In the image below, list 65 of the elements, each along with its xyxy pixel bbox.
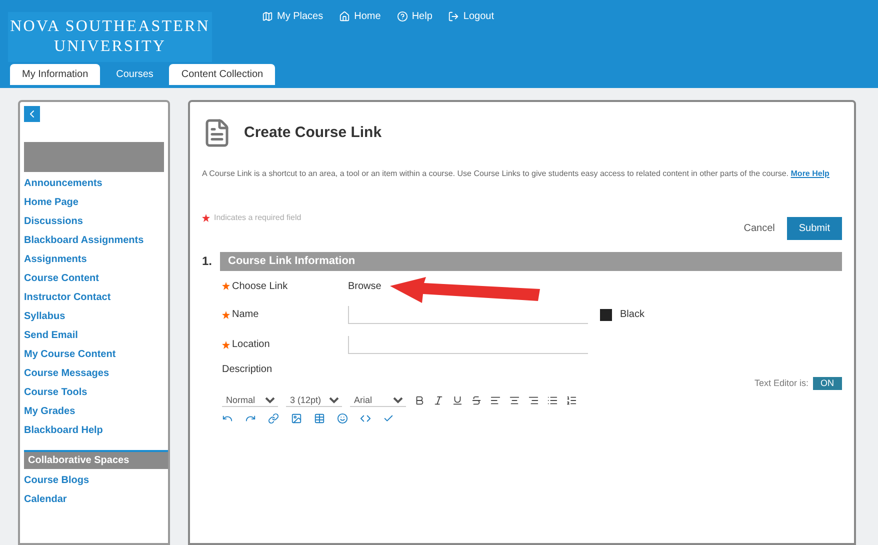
text-field[interactable] [348, 336, 588, 354]
tab[interactable]: My Information [10, 64, 100, 85]
menu-link[interactable]: Home Page [24, 195, 168, 210]
required-note: Indicates a required field [214, 212, 302, 224]
format-icon[interactable] [452, 395, 463, 406]
editor-tool-icon[interactable] [314, 413, 325, 424]
menu-link[interactable]: Syllabus [24, 309, 168, 324]
editor-toggle[interactable]: ON [812, 376, 842, 390]
color-swatch[interactable] [600, 308, 612, 320]
format-icon[interactable] [528, 395, 539, 406]
field-label: Name [232, 308, 260, 322]
color-name: Black [620, 308, 644, 322]
editor-toggle-label: Text Editor is: [754, 376, 808, 390]
menu-link[interactable]: My Grades [24, 404, 168, 419]
editor-tool-icon[interactable] [337, 413, 348, 424]
format-select[interactable]: Arial [350, 394, 406, 407]
format-select[interactable]: Normal [222, 394, 278, 407]
top-link[interactable]: Logout [448, 8, 494, 24]
menu-link[interactable]: Course Tools [24, 385, 168, 400]
menu-link[interactable]: Send Email [24, 328, 168, 343]
menu-link[interactable]: Blackboard Help [24, 423, 168, 438]
text-field[interactable] [348, 306, 588, 324]
format-icon[interactable] [433, 395, 444, 406]
collapse-menu-button[interactable] [24, 106, 40, 122]
menu-link[interactable]: Discussions [24, 214, 168, 229]
field-label: Choose Link [232, 280, 289, 294]
section-header: Course Link Information [220, 252, 842, 270]
submit-button[interactable]: Submit [786, 217, 842, 240]
intro-text: A Course Link is a shortcut to an area, a tool or an item within a course. Use Course Links to give students easy access to related content in other parts of the course. More Help [202, 168, 830, 180]
menu-link[interactable]: Course Blogs [24, 473, 168, 488]
editor-tool-icon[interactable] [360, 413, 371, 424]
format-select[interactable]: 3 (12pt) [286, 394, 342, 407]
menu-section-heading[interactable]: Collaborative Spaces [24, 450, 168, 469]
menu-link[interactable]: Course Messages [24, 366, 168, 381]
menu-link[interactable]: Blackboard Assignments [24, 233, 168, 248]
top-link[interactable]: My Places [262, 8, 324, 24]
page-title: Create Course Link [244, 122, 382, 143]
editor-tool-icon[interactable] [245, 413, 256, 424]
university-logo[interactable]: NOVA SOUTHEASTERN UNIVERSITY [8, 12, 212, 62]
editor-tool-icon[interactable] [268, 413, 279, 424]
menu-link[interactable]: Assignments [24, 252, 168, 267]
menu-link[interactable]: Calendar [24, 492, 168, 507]
format-icon[interactable] [490, 395, 501, 406]
top-link[interactable]: Help [396, 8, 432, 24]
browse-button[interactable]: Browse [348, 278, 382, 294]
menu-link[interactable]: Announcements [24, 176, 168, 191]
tab[interactable]: Content Collection [169, 64, 276, 85]
top-link[interactable]: Home [339, 8, 381, 24]
field-label: Location [232, 338, 271, 352]
format-icon[interactable] [547, 395, 558, 406]
description-label: Description [221, 362, 274, 376]
cancel-button[interactable]: Cancel [744, 221, 775, 236]
editor-tool-icon[interactable] [222, 413, 233, 424]
format-icon[interactable] [509, 395, 520, 406]
editor-tool-icon[interactable] [291, 413, 302, 424]
tab[interactable]: Courses [104, 64, 166, 85]
editor-tool-icon[interactable] [383, 413, 394, 424]
format-icon[interactable] [566, 395, 577, 406]
menu-link[interactable]: Instructor Contact [24, 290, 168, 305]
help-link[interactable]: More Help [790, 169, 830, 178]
menu-link[interactable]: Course Content [24, 271, 168, 286]
menu-link[interactable]: My Course Content [24, 347, 168, 362]
format-icon[interactable] [471, 395, 482, 406]
format-icon[interactable] [414, 395, 425, 406]
section-number: 1. [202, 253, 212, 270]
